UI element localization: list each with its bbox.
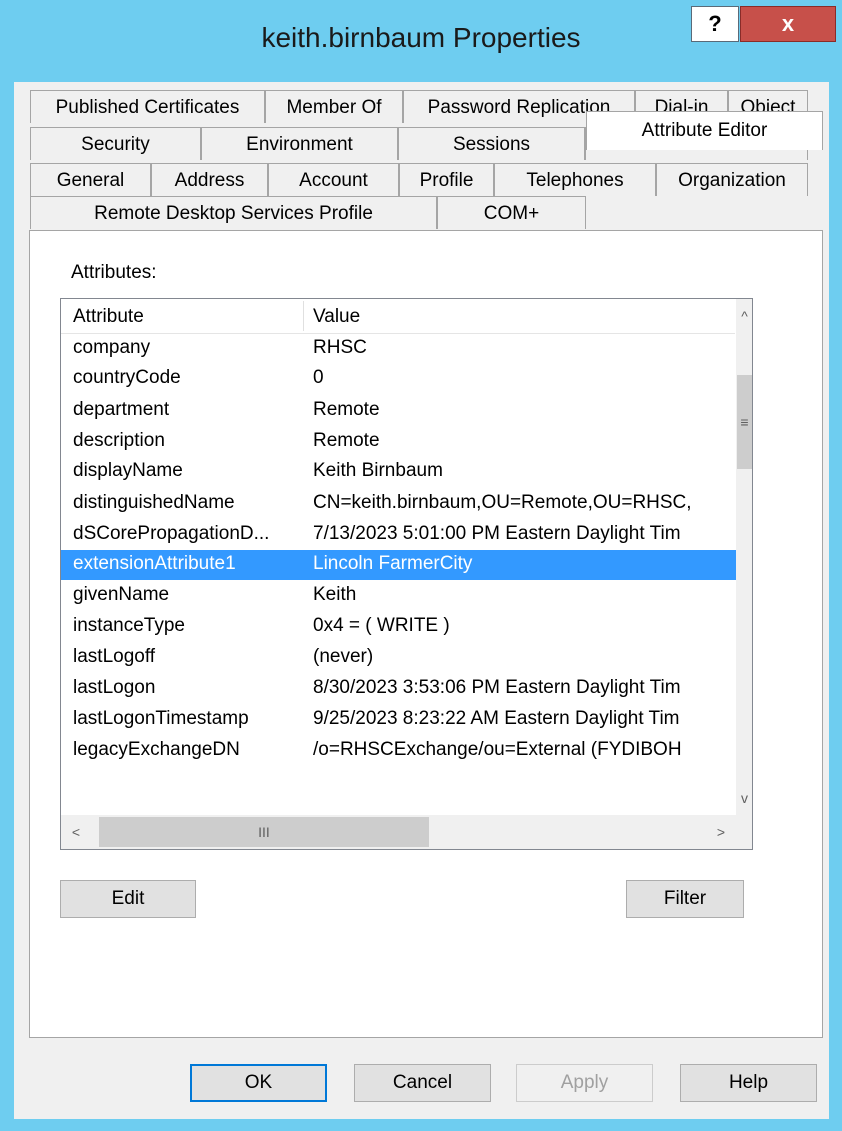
- tab-published-certificates[interactable]: Published Certificates: [30, 90, 265, 123]
- tab-security[interactable]: Security: [30, 127, 201, 160]
- scroll-down-icon[interactable]: v: [736, 781, 752, 815]
- scroll-right-icon[interactable]: >: [706, 815, 736, 849]
- scroll-left-icon[interactable]: <: [61, 815, 91, 849]
- properties-window: keith.birnbaum Properties ? x Published …: [0, 0, 842, 1131]
- tab-telephones[interactable]: Telephones: [494, 163, 656, 196]
- tab-profile[interactable]: Profile: [399, 163, 494, 196]
- filter-button[interactable]: Filter: [626, 880, 744, 918]
- list-item[interactable]: dSCorePropagationD... 7/13/2023 5:01:00 P…: [61, 520, 736, 550]
- tab-attribute-editor[interactable]: Attribute Editor: [586, 111, 823, 150]
- tab-remote-desktop-services-profile[interactable]: Remote Desktop Services Profile: [30, 196, 437, 229]
- scroll-up-icon[interactable]: ^: [736, 299, 752, 333]
- list-item[interactable]: distinguishedName CN=keith.birnbaum,OU=Re…: [61, 489, 736, 519]
- list-item[interactable]: legacyExchangeDN/o=RHSCExchange/ou=Exter…: [61, 736, 736, 766]
- list-item[interactable]: description Remote: [61, 427, 736, 457]
- tab-com-plus[interactable]: COM+: [437, 196, 586, 229]
- edit-button[interactable]: Edit: [60, 880, 196, 918]
- list-item-selected[interactable]: extensionAttribute1 Lincoln FarmerCity: [61, 550, 736, 580]
- vertical-scroll-thumb[interactable]: ≡: [737, 375, 752, 469]
- list-item[interactable]: department Remote: [61, 396, 736, 426]
- tab-account[interactable]: Account: [268, 163, 399, 196]
- title-bar[interactable]: keith.birnbaum Properties ? x: [0, 0, 842, 82]
- tab-organization[interactable]: Organization: [656, 163, 808, 196]
- help-title-button[interactable]: ?: [691, 6, 739, 42]
- apply-button[interactable]: Apply: [516, 1064, 653, 1102]
- attributes-label: Attributes:: [71, 262, 157, 283]
- list-item[interactable]: lastLogoff (never): [61, 643, 736, 673]
- help-button[interactable]: Help: [680, 1064, 817, 1102]
- list-item[interactable]: instanceType 0x4 = ( WRITE ): [61, 612, 736, 642]
- list-item[interactable]: displayName Keith Birnbaum: [61, 457, 736, 487]
- list-item[interactable]: lastLogon 8/30/2023 3:53:06 PM Eastern Da…: [61, 674, 736, 704]
- column-divider[interactable]: [303, 301, 304, 331]
- list-header: Attribute Value: [61, 299, 735, 334]
- tab-sessions[interactable]: Sessions: [398, 127, 585, 160]
- list-item[interactable]: givenName Keith: [61, 581, 736, 611]
- horizontal-scrollbar[interactable]: < III >: [61, 815, 736, 849]
- tab-member-of[interactable]: Member Of: [265, 90, 403, 123]
- horizontal-scroll-thumb[interactable]: III: [99, 817, 429, 847]
- tab-address[interactable]: Address: [151, 163, 268, 196]
- list-item[interactable]: lastLogonTimestamp 9/25/2023 8:23:22 AM E…: [61, 705, 736, 735]
- close-button[interactable]: x: [740, 6, 836, 42]
- ok-button[interactable]: OK: [190, 1064, 327, 1102]
- attributes-list[interactable]: Attribute Value company RHSC countryCode 0…: [60, 298, 753, 850]
- tab-environment[interactable]: Environment: [201, 127, 398, 160]
- list-item[interactable]: countryCode 0: [61, 364, 736, 394]
- cancel-button[interactable]: Cancel: [354, 1064, 491, 1102]
- list-item[interactable]: company RHSC: [61, 334, 736, 364]
- column-header-value[interactable]: Value: [313, 306, 360, 328]
- scroll-corner: [736, 815, 752, 849]
- column-header-attribute[interactable]: Attribute: [73, 306, 144, 328]
- vertical-scrollbar[interactable]: ^ ≡ v: [736, 299, 752, 815]
- tab-general[interactable]: General: [30, 163, 151, 196]
